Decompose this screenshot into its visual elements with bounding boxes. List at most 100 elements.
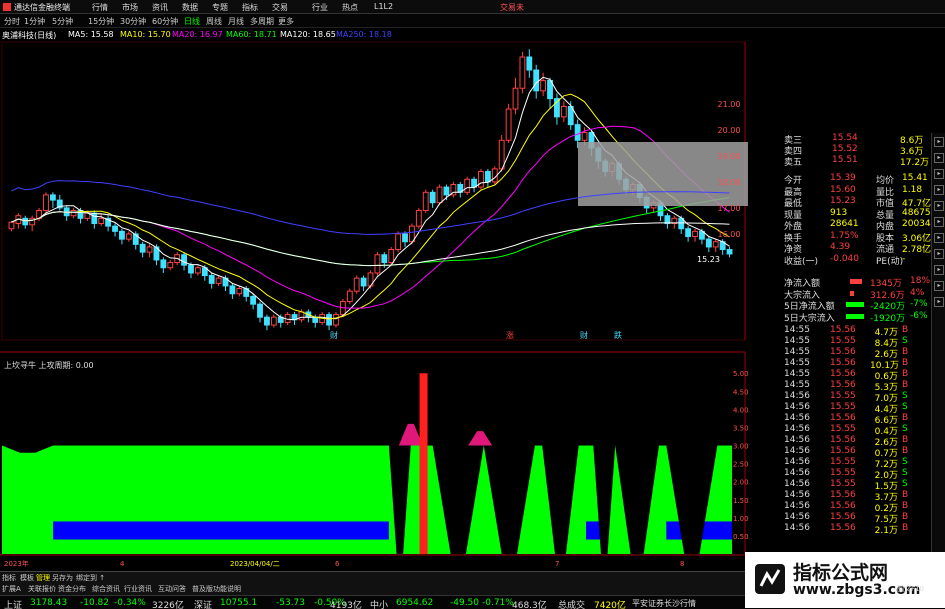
indicator-red-bar (419, 373, 428, 554)
candle-body (360, 277, 367, 287)
ticker-total-value: 7420亿 (594, 601, 626, 609)
sidebar-button-5[interactable]: ▸ (934, 201, 944, 211)
candle-body (29, 217, 36, 226)
candle-body (395, 233, 402, 251)
indicator-tick-label: 2.50 (733, 461, 749, 469)
candle-body (91, 212, 98, 225)
candle-body (250, 295, 257, 305)
indicator-tick-label: 3.00 (733, 443, 749, 451)
indicator-axis: 5.00 4.50 4.00 3.50 3.00 2.50 2.00 1.50 1.00 0.50 (733, 370, 749, 541)
candle-body (208, 275, 215, 284)
sidebar-button-2[interactable]: ▸ (934, 153, 944, 163)
indicator-date-axis: 2023年 4 2023/04/04/二 6 7 8 (4, 559, 684, 568)
tab-item[interactable]: 关联报价 (28, 584, 56, 594)
money-flow-pct: 4% (910, 287, 925, 298)
money-flow-bar (850, 290, 854, 296)
trade-side: B (902, 380, 909, 390)
candle-body (381, 254, 388, 264)
trade-price: 15.56 (830, 347, 856, 357)
trade-side: B (902, 358, 909, 368)
trade-price: 15.56 (830, 413, 856, 423)
price-tick-label: 16.00 (718, 230, 741, 239)
trade-time: 14:56 (784, 391, 810, 401)
sidebar-button-4[interactable]: ▸ (934, 185, 944, 195)
indicator-pink-peak (468, 431, 493, 446)
bottom-tab-bar: 指标 模板 管理 另存为 绑定到 ↑ 扩展A 关联报价 资金分布 综合资讯 行业资讯 互动问答 普及版… (0, 571, 745, 595)
indicator-tick-label: 3.50 (733, 424, 749, 432)
ticker-sh-label: 上证 (4, 601, 23, 609)
stat-label: PE(动) (876, 256, 904, 267)
ticker-zx-pct: -0.71% (482, 598, 514, 608)
trade-time: 14:56 (784, 501, 810, 511)
ticker-zx-amount: 468.3亿 (512, 601, 547, 609)
price-tick-label: 21.00 (718, 100, 741, 109)
sidebar-button-6[interactable]: ▸ (934, 217, 944, 227)
f10-label[interactable]: 图文F10 (897, 584, 924, 594)
sidebar-button-1[interactable]: ▸ (934, 137, 944, 147)
trade-price: 15.56 (830, 523, 856, 533)
tab-item[interactable]: 模板 (20, 573, 34, 583)
candle-body (312, 316, 319, 323)
trade-price: 15.56 (830, 369, 856, 379)
candle-body (139, 243, 146, 253)
sidebar-button-7[interactable]: ▸ (934, 233, 944, 243)
indicator-pink-peak (398, 423, 423, 446)
tab-item[interactable]: 资金分布 (58, 584, 86, 594)
site-logo-icon (755, 564, 785, 594)
money-flow-bar (846, 313, 864, 319)
candle-body (181, 254, 187, 266)
ask-level-volume: 17.2万 (900, 158, 930, 168)
candle-body (257, 303, 263, 318)
sidebar-button-11[interactable]: ▸ (934, 297, 944, 307)
indicator-title: 上坎寻牛 上攻周期: 0.00 (4, 361, 94, 370)
trade-side: S (902, 336, 908, 346)
trade-time: 14:56 (784, 512, 810, 522)
ticker-sh-amount: 3226亿 (152, 601, 184, 609)
sidebar-button-8[interactable]: ▸ (934, 249, 944, 259)
candle-body (726, 249, 733, 255)
trade-time: 14:55 (784, 358, 810, 368)
sidebar-button-3[interactable]: ▸ (934, 169, 944, 179)
candle-body (326, 314, 332, 326)
tab-item[interactable]: 指标 (2, 573, 16, 583)
ticker-sz-value: 10755.1 (220, 598, 258, 608)
trade-time: 14:56 (784, 490, 810, 500)
indicator-tick-label: 1.50 (733, 497, 749, 505)
ask-level-price: 15.54 (832, 133, 858, 143)
tab-item[interactable]: 另存为 (52, 573, 73, 583)
candle-body (188, 264, 194, 274)
tab-item[interactable]: 普及版功能说明 (192, 584, 241, 594)
ask-level-price: 15.52 (832, 144, 858, 154)
tab-item[interactable]: 行业资讯 (124, 584, 152, 594)
trade-price: 15.56 (830, 490, 856, 500)
trade-side: B (902, 490, 909, 500)
ask-level-label: 卖五 (784, 158, 803, 168)
indicator-blue-band (586, 521, 601, 540)
date-axis-label: 4 (120, 560, 125, 568)
date-axis-label: 2023/04/04/二 (230, 560, 280, 568)
tab-item[interactable]: 绑定到 ↑ (76, 573, 105, 583)
trade-side: B (902, 369, 909, 379)
money-flow-label: 5日大宗流入 (784, 313, 835, 324)
tab-item[interactable]: 扩展A (2, 584, 21, 594)
candle-body (685, 228, 692, 238)
trading-terminal: 通达信金融终端 行情 市场 资讯 数据 专题 指标 交易 行业 热点 L1L2 … (0, 0, 945, 609)
candle-body (560, 105, 567, 118)
trade-time: 14:55 (784, 369, 810, 379)
trade-time: 14:56 (784, 479, 810, 489)
tab-item[interactable]: 管理 (36, 573, 50, 583)
tab-item[interactable]: 互动问答 (158, 584, 186, 594)
indicator-area (2, 373, 732, 554)
indicator-tick-label: 0.50 (733, 533, 749, 541)
candle-body (505, 108, 512, 141)
stat-label: 收益(一) (784, 256, 819, 267)
ask-level-price: 15.51 (832, 155, 858, 165)
sidebar-button-10[interactable]: ▸ (934, 281, 944, 291)
site-brand: 指标公式网 (793, 562, 889, 584)
sidebar-button-9[interactable]: ▸ (934, 265, 944, 275)
candle-body (402, 233, 408, 243)
tab-item[interactable]: 综合资讯 (92, 584, 120, 594)
date-axis-label: 2023年 (4, 559, 29, 568)
candle-body (98, 217, 105, 225)
trade-time: 14:56 (784, 424, 810, 434)
